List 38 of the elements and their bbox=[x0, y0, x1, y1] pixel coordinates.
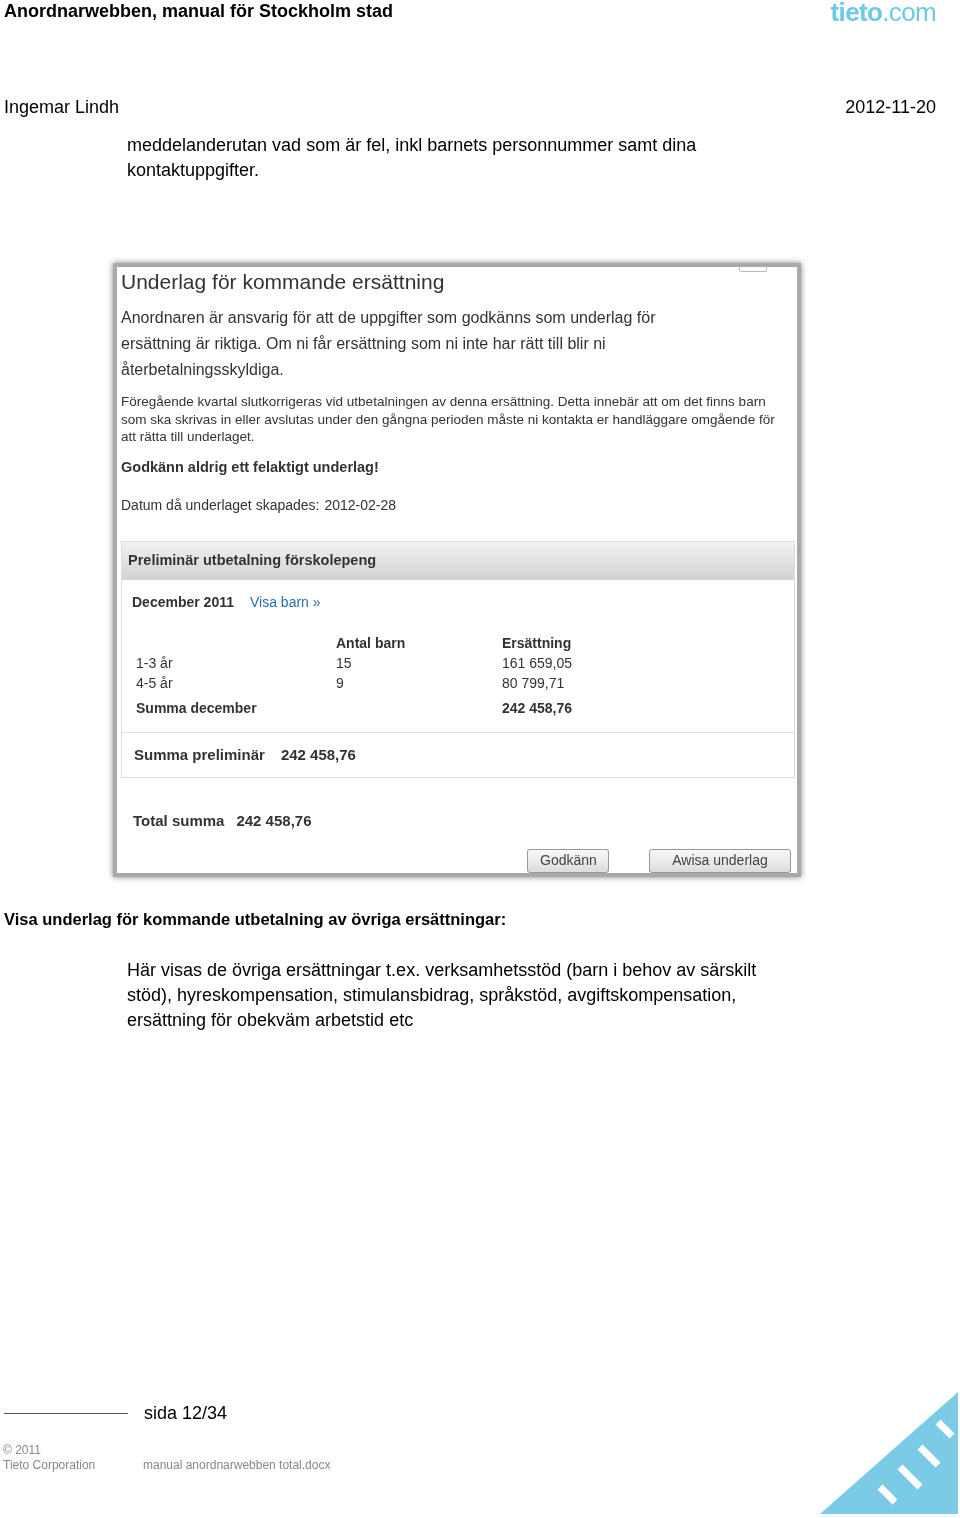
month-label: December 2011 bbox=[132, 593, 234, 613]
paragraph: Här visas de övriga ersättningar t.ex. verksamhetsstöd (barn i behov av särskilt stöd), hyreskompensation, stimulansbidrag, språkstöd, avgiftskompensation, ersättning för obekväm arbetstid etc bbox=[127, 958, 758, 1032]
section-heading: Visa underlag för kommande utbetalning av övriga ersättningar: bbox=[4, 909, 508, 930]
table-cell-text: 1-3 år bbox=[136, 654, 174, 674]
paragraph: meddelanderutan vad som är fel, inkl barnets personnummer samt dina kontaktuppgifter. bbox=[127, 134, 698, 182]
table-cell-text: 4-5 år bbox=[136, 674, 174, 694]
sum-value: 242 458,76 bbox=[502, 699, 574, 719]
total-value: 242 458,76 bbox=[236, 811, 312, 832]
copyright: © 2011 bbox=[3, 1443, 42, 1458]
warning-text: Godkänn aldrig ett felaktigt underlag! bbox=[121, 457, 380, 477]
total-value: 242 458,76 bbox=[280, 745, 356, 765]
paragraph: Anordnaren är ansvarig för att de uppgifter som godkänns som underlag för ersättning är riktiga. Om ni får ersättning som ni inte har rätt till blir ni återbetalningsskyldiga. bbox=[121, 308, 657, 380]
reject-button[interactable]: Awisa underlag bbox=[649, 848, 791, 873]
column-header: Antal barn bbox=[336, 634, 407, 654]
approve-button[interactable]: Godkänn bbox=[527, 848, 609, 873]
created-label: Datum då underlaget skapades: bbox=[121, 496, 320, 516]
show-children-link[interactable]: Visa barn » bbox=[249, 592, 321, 614]
window-handle bbox=[739, 267, 767, 272]
column-header: Ersättning bbox=[502, 634, 573, 654]
header-title: Anordnarwebben, manual för Stockholm stad bbox=[4, 0, 394, 22]
table-cell-text: 161 659,05 bbox=[502, 654, 574, 674]
logo: tieto.com bbox=[830, 0, 936, 24]
dialog-title: Underlag för kommande ersättning bbox=[121, 269, 445, 295]
table-cell-text: 15 bbox=[336, 654, 353, 674]
total-label: Total summa bbox=[133, 811, 225, 832]
table-cell-text: 9 bbox=[336, 674, 345, 694]
paragraph: Föregående kvartal slutkorrigeras vid utbetalningen av denna ersättning. Detta innebär att om det finns barn som ska skrivas in eller avslutas under den gångna perioden måste ni kontakta er handläggare omgående för att rätta till underlaget. bbox=[121, 393, 776, 446]
panel-header: Preliminär utbetalning förskolepeng bbox=[122, 542, 794, 581]
sum-label: Summa december bbox=[136, 699, 258, 719]
file-name: manual anordnarwebben total.docx bbox=[143, 1458, 331, 1473]
table-cell-text: 80 799,71 bbox=[502, 674, 566, 694]
author-name: Ingemar Lindh bbox=[4, 96, 120, 118]
total-label: Summa preliminär bbox=[134, 745, 265, 765]
company-name: Tieto Corporation bbox=[3, 1458, 97, 1473]
page-number: sida 12/34 bbox=[144, 1402, 228, 1425]
document-date: 2012-11-20 bbox=[845, 96, 936, 118]
created-date: 2012-02-28 bbox=[324, 496, 397, 516]
corner-logo-icon bbox=[820, 1392, 958, 1514]
